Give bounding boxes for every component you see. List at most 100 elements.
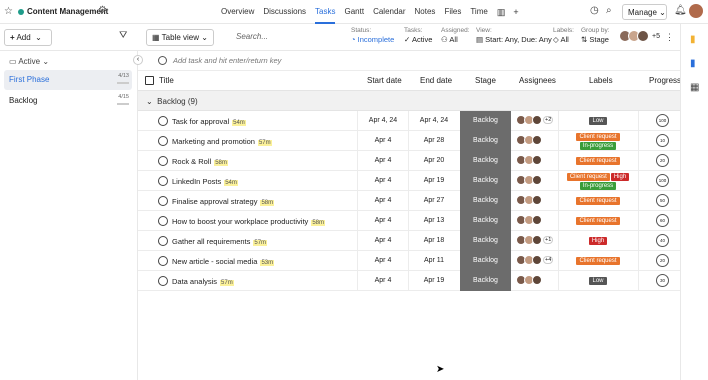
bell-icon[interactable]: 🔔︎ <box>674 5 687 16</box>
task-title[interactable]: LinkedIn Posts 54m <box>172 177 238 186</box>
table-row[interactable]: Marketing and promotion 57m Apr 4 Apr 28 … <box>138 131 680 151</box>
task-assignees[interactable] <box>516 175 542 185</box>
task-label[interactable]: Client request <box>576 257 620 265</box>
task-title[interactable]: How to boost your workplace productivity… <box>172 217 325 226</box>
phase-item-first-phase[interactable]: First Phase 4/13 <box>4 70 132 90</box>
task-end-date[interactable]: Apr 18 <box>409 237 459 244</box>
task-title[interactable]: Gather all requirements 57m <box>172 237 268 246</box>
task-start-date[interactable]: Apr 4 <box>358 257 408 264</box>
task-label[interactable]: High <box>610 172 630 181</box>
task-title[interactable]: Marketing and promotion 57m <box>172 137 272 146</box>
tasks-filter[interactable]: Tasks: ✓ Active <box>404 27 432 44</box>
tab-files[interactable]: Files <box>444 7 461 18</box>
task-complete-checkbox[interactable] <box>158 196 168 206</box>
task-labels[interactable]: Low <box>558 271 638 291</box>
task-progress[interactable]: 40 <box>656 234 669 247</box>
task-label[interactable]: In-progress <box>579 141 617 150</box>
task-title[interactable]: Finalise approval strategy 58m <box>172 197 275 206</box>
table-row[interactable]: Data analysis 57m Apr 4 Apr 19 Backlog Lo… <box>138 271 680 291</box>
status-filter[interactable]: Status: ◔ Incomplete <box>351 27 394 44</box>
view-select[interactable]: ▦ Table view ⌄ <box>146 29 214 46</box>
phase-filter-dropdown[interactable]: ▭ Active ⌄ <box>9 57 49 66</box>
notes-panel-icon[interactable]: ▮ <box>690 34 696 45</box>
task-stage[interactable]: Backlog <box>460 191 511 211</box>
task-labels[interactable]: Client request <box>558 211 638 231</box>
chart-icon[interactable]: ▥ <box>497 7 506 18</box>
task-complete-checkbox[interactable] <box>158 176 168 186</box>
task-start-date[interactable]: Apr 4, 24 <box>358 117 408 124</box>
task-labels[interactable]: Client request High In-progress <box>558 171 638 191</box>
task-assignees[interactable] <box>516 275 542 285</box>
task-stage[interactable]: Backlog <box>460 271 511 291</box>
task-progress[interactable]: 30 <box>656 274 669 287</box>
task-complete-checkbox[interactable] <box>158 216 168 226</box>
labels-filter[interactable]: Labels: ◇ All <box>553 27 574 44</box>
tab-notes[interactable]: Notes <box>415 7 436 18</box>
task-end-date[interactable]: Apr 28 <box>409 137 459 144</box>
filter-icon[interactable]: ⛛ <box>119 30 127 41</box>
table-row[interactable]: Rock & Roll 58m Apr 4 Apr 20 Backlog Clie… <box>138 151 680 171</box>
task-assignees[interactable] <box>516 195 542 205</box>
table-row[interactable]: Task for approval 54m Apr 4, 24 Apr 4, 24… <box>138 111 680 131</box>
task-assignees[interactable]: +1 <box>516 235 554 245</box>
task-labels[interactable]: High <box>558 231 638 251</box>
calendar-icon[interactable]: ▦ <box>690 82 699 93</box>
task-assignees[interactable] <box>516 135 542 145</box>
table-row[interactable]: Gather all requirements 57m Apr 4 Apr 18 … <box>138 231 680 251</box>
task-end-date[interactable]: Apr 20 <box>409 157 459 164</box>
column-assignees[interactable]: Assignees <box>519 76 556 85</box>
task-title[interactable]: Task for approval 54m <box>172 117 246 126</box>
task-title[interactable]: Rock & Roll 58m <box>172 157 228 166</box>
task-start-date[interactable]: Apr 4 <box>358 137 408 144</box>
add-button[interactable]: + Add ⌄ <box>4 29 52 46</box>
member-more-count[interactable]: +5 <box>652 33 660 40</box>
tab-discussions[interactable]: Discussions <box>263 7 306 18</box>
star-icon[interactable]: ☆ <box>4 6 13 17</box>
gear-icon[interactable]: ⚙ <box>98 5 107 16</box>
task-start-date[interactable]: Apr 4 <box>358 217 408 224</box>
tab-gantt[interactable]: Gantt <box>344 7 364 18</box>
table-row[interactable]: Finalise approval strategy 58m Apr 4 Apr … <box>138 191 680 211</box>
task-progress[interactable]: 100 <box>656 114 669 127</box>
search-input[interactable]: Search... <box>236 32 268 41</box>
more-options-icon[interactable]: ⋮ <box>665 32 674 43</box>
select-all-checkbox[interactable] <box>145 76 154 85</box>
task-labels[interactable]: Client request In-progress <box>558 131 638 151</box>
task-end-date[interactable]: Apr 19 <box>409 277 459 284</box>
task-title[interactable]: Data analysis 57m <box>172 277 234 286</box>
task-start-date[interactable]: Apr 4 <box>358 237 408 244</box>
task-stage[interactable]: Backlog <box>460 111 511 131</box>
table-row[interactable]: How to boost your workplace productivity… <box>138 211 680 231</box>
task-stage[interactable]: Backlog <box>460 211 511 231</box>
task-label[interactable]: Low <box>589 117 607 125</box>
task-complete-checkbox[interactable] <box>158 156 168 166</box>
task-progress[interactable]: 20 <box>656 154 669 167</box>
phase-item-backlog[interactable]: Backlog 4/15 <box>4 91 132 111</box>
add-tab-icon[interactable]: + <box>513 7 518 18</box>
task-labels[interactable]: Client request <box>558 191 638 211</box>
task-progress[interactable]: 10 <box>656 134 669 147</box>
task-label[interactable]: Low <box>589 277 607 285</box>
user-avatar[interactable] <box>689 4 703 18</box>
member-avatars[interactable] <box>619 30 649 42</box>
task-end-date[interactable]: Apr 27 <box>409 197 459 204</box>
clock-icon[interactable]: ◷ <box>590 5 599 16</box>
assigned-filter[interactable]: Assigned: ⚇ All <box>441 27 470 44</box>
task-labels[interactable]: Client request <box>558 251 638 271</box>
view-filter[interactable]: View: ▤ Start: Any, Due: Any <box>476 27 552 44</box>
task-label[interactable]: In-progress <box>579 181 617 190</box>
task-complete-checkbox[interactable] <box>158 116 168 126</box>
task-progress[interactable]: 20 <box>656 254 669 267</box>
table-row[interactable]: New article - social media 53m Apr 4 Apr … <box>138 251 680 271</box>
task-progress[interactable]: 50 <box>656 194 669 207</box>
task-start-date[interactable]: Apr 4 <box>358 157 408 164</box>
task-complete-checkbox[interactable] <box>158 136 168 146</box>
task-labels[interactable]: Low <box>558 111 638 131</box>
table-row[interactable]: LinkedIn Posts 54m Apr 4 Apr 19 Backlog C… <box>138 171 680 191</box>
column-stage[interactable]: Stage <box>475 76 496 85</box>
task-end-date[interactable]: Apr 11 <box>409 257 459 264</box>
task-end-date[interactable]: Apr 4, 24 <box>409 117 459 124</box>
task-label[interactable]: Client request <box>576 157 620 165</box>
task-label[interactable]: Client request <box>566 172 610 181</box>
task-progress[interactable]: 60 <box>656 214 669 227</box>
